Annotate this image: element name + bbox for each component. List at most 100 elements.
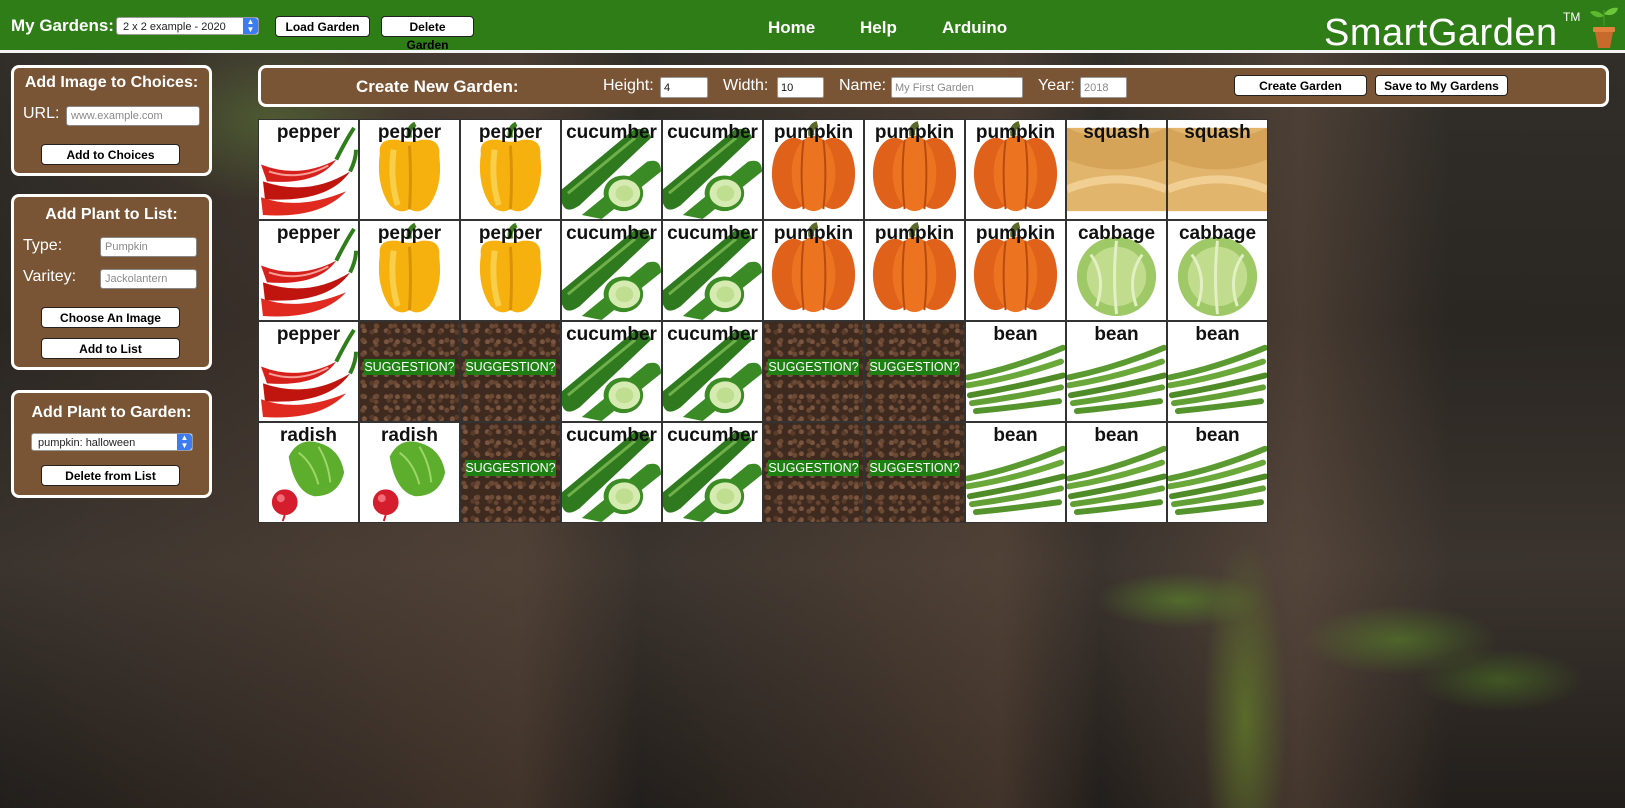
plant-name-label: squash: [1083, 122, 1150, 143]
empty-plot-cell[interactable]: SUGGESTION?: [864, 321, 965, 422]
plant-name-label: pepper: [377, 223, 442, 244]
plant-cell-radish[interactable]: radish: [258, 422, 359, 523]
plant-name-label: pepper: [478, 122, 543, 143]
delete-garden-button[interactable]: Delete Garden: [381, 16, 474, 52]
plant-cell-cucumber[interactable]: cucumber: [561, 321, 662, 422]
plant-name-label: pumpkin: [975, 223, 1056, 244]
plant-name-label: bean: [1094, 425, 1139, 446]
plant-name-label: bean: [1195, 425, 1240, 446]
add-image-title: Add Image to Choices:: [24, 74, 199, 91]
plant-name-label: radish: [380, 425, 439, 446]
nav-home-link[interactable]: Home: [768, 18, 815, 38]
plant-cell-pepper[interactable]: pepper: [460, 220, 561, 321]
plant-cell-cucumber[interactable]: cucumber: [662, 119, 763, 220]
suggestion-badge[interactable]: SUGGESTION?: [768, 460, 859, 476]
plant-cell-squash[interactable]: squash: [1167, 119, 1268, 220]
suggestion-badge[interactable]: SUGGESTION?: [869, 359, 960, 375]
suggestion-badge[interactable]: SUGGESTION?: [465, 359, 556, 375]
select-arrows-icon: ▲ ▼: [177, 434, 192, 450]
plant-cell-squash[interactable]: squash: [1066, 119, 1167, 220]
nav-arduino-link[interactable]: Arduino: [942, 18, 1007, 38]
plant-cell-radish[interactable]: radish: [359, 422, 460, 523]
delete-from-list-button[interactable]: Delete from List: [41, 465, 180, 486]
plant-cell-pumpkin[interactable]: pumpkin: [965, 119, 1066, 220]
variety-input[interactable]: Jackolantern: [100, 269, 197, 289]
plant-cell-bean[interactable]: bean: [1066, 321, 1167, 422]
plant-cell-bean[interactable]: bean: [1066, 422, 1167, 523]
suggestion-badge[interactable]: SUGGESTION?: [364, 359, 455, 375]
plant-cell-cucumber[interactable]: cucumber: [561, 422, 662, 523]
plant-cell-pumpkin[interactable]: pumpkin: [864, 220, 965, 321]
plant-cell-cabbage[interactable]: cabbage: [1167, 220, 1268, 321]
plant-cell-bean[interactable]: bean: [1167, 321, 1268, 422]
url-input[interactable]: www.example.com: [66, 106, 200, 126]
year-input[interactable]: 2018: [1080, 77, 1127, 98]
year-label: Year:: [1038, 77, 1075, 94]
plant-cell-cabbage[interactable]: cabbage: [1066, 220, 1167, 321]
plant-cell-pumpkin[interactable]: pumpkin: [763, 220, 864, 321]
create-garden-button[interactable]: Create Garden: [1234, 75, 1367, 96]
empty-plot-cell[interactable]: SUGGESTION?: [864, 422, 965, 523]
suggestion-badge[interactable]: SUGGESTION?: [768, 359, 859, 375]
plant-cell-pepper[interactable]: pepper: [258, 321, 359, 422]
empty-plot-cell[interactable]: SUGGESTION?: [460, 321, 561, 422]
plant-cell-pumpkin[interactable]: pumpkin: [864, 119, 965, 220]
plant-cell-bean[interactable]: bean: [965, 321, 1066, 422]
plant-cell-pepper[interactable]: pepper: [258, 220, 359, 321]
empty-plot-cell[interactable]: SUGGESTION?: [763, 321, 864, 422]
garden-select[interactable]: 2 x 2 example - 2020 ▲ ▼: [116, 17, 259, 35]
plant-name-label: pepper: [276, 223, 341, 244]
plant-cell-bean[interactable]: bean: [965, 422, 1066, 523]
plant-cell-cucumber[interactable]: cucumber: [662, 422, 763, 523]
select-arrows-icon: ▲ ▼: [243, 18, 258, 34]
plant-name-label: cabbage: [1077, 223, 1156, 244]
plant-cell-pepper[interactable]: pepper: [359, 119, 460, 220]
name-input[interactable]: My First Garden: [891, 77, 1023, 98]
garden-grid: pepper pepper pepper cucumber cucumber pumpki…: [258, 119, 1297, 535]
width-input[interactable]: 10: [777, 77, 824, 98]
save-to-my-gardens-button[interactable]: Save to My Gardens: [1375, 75, 1508, 96]
url-label: URL:: [23, 105, 60, 122]
plant-cell-pepper[interactable]: pepper: [460, 119, 561, 220]
plant-name-label: pumpkin: [874, 223, 955, 244]
add-plant-garden-panel: Add Plant to Garden: pumpkin: halloween …: [11, 390, 212, 498]
add-image-panel: Add Image to Choices: URL: www.example.c…: [11, 65, 212, 176]
add-to-choices-button[interactable]: Add to Choices: [41, 144, 180, 165]
plant-select[interactable]: pumpkin: halloween ▲ ▼: [31, 433, 193, 451]
empty-plot-cell[interactable]: SUGGESTION?: [359, 321, 460, 422]
height-input[interactable]: 4: [660, 77, 708, 98]
plant-name-label: pumpkin: [874, 122, 955, 143]
plant-cell-pepper[interactable]: pepper: [359, 220, 460, 321]
type-label: Type:: [23, 237, 63, 254]
nav-help-link[interactable]: Help: [860, 18, 897, 38]
width-label: Width:: [723, 77, 769, 94]
plant-cell-pepper[interactable]: pepper: [258, 119, 359, 220]
plant-cell-bean[interactable]: bean: [1167, 422, 1268, 523]
suggestion-badge[interactable]: SUGGESTION?: [465, 460, 556, 476]
plant-cell-cucumber[interactable]: cucumber: [561, 119, 662, 220]
plant-name-label: bean: [1094, 324, 1139, 345]
name-label: Name:: [839, 77, 887, 94]
plant-name-label: cucumber: [667, 425, 758, 446]
add-plant-list-panel: Add Plant to List: Type: Pumpkin Varitey…: [11, 194, 212, 370]
load-garden-button[interactable]: Load Garden: [275, 16, 370, 37]
plant-name-label: cabbage: [1178, 223, 1257, 244]
type-input[interactable]: Pumpkin: [100, 237, 197, 257]
empty-plot-cell[interactable]: SUGGESTION?: [460, 422, 561, 523]
plant-cell-cucumber[interactable]: cucumber: [662, 220, 763, 321]
choose-image-button[interactable]: Choose An Image: [41, 307, 180, 328]
plant-name-label: cucumber: [667, 324, 758, 345]
plant-name-label: pepper: [478, 223, 543, 244]
plant-name-label: pepper: [276, 122, 341, 143]
plant-name-label: bean: [993, 324, 1038, 345]
garden-select-value: 2 x 2 example - 2020: [123, 21, 226, 33]
plant-name-label: radish: [279, 425, 338, 446]
suggestion-badge[interactable]: SUGGESTION?: [869, 460, 960, 476]
empty-plot-cell[interactable]: SUGGESTION?: [763, 422, 864, 523]
plant-cell-pumpkin[interactable]: pumpkin: [763, 119, 864, 220]
plant-cell-cucumber[interactable]: cucumber: [561, 220, 662, 321]
plant-name-label: pumpkin: [773, 223, 854, 244]
plant-cell-pumpkin[interactable]: pumpkin: [965, 220, 1066, 321]
add-to-list-button[interactable]: Add to List: [41, 338, 180, 359]
plant-cell-cucumber[interactable]: cucumber: [662, 321, 763, 422]
